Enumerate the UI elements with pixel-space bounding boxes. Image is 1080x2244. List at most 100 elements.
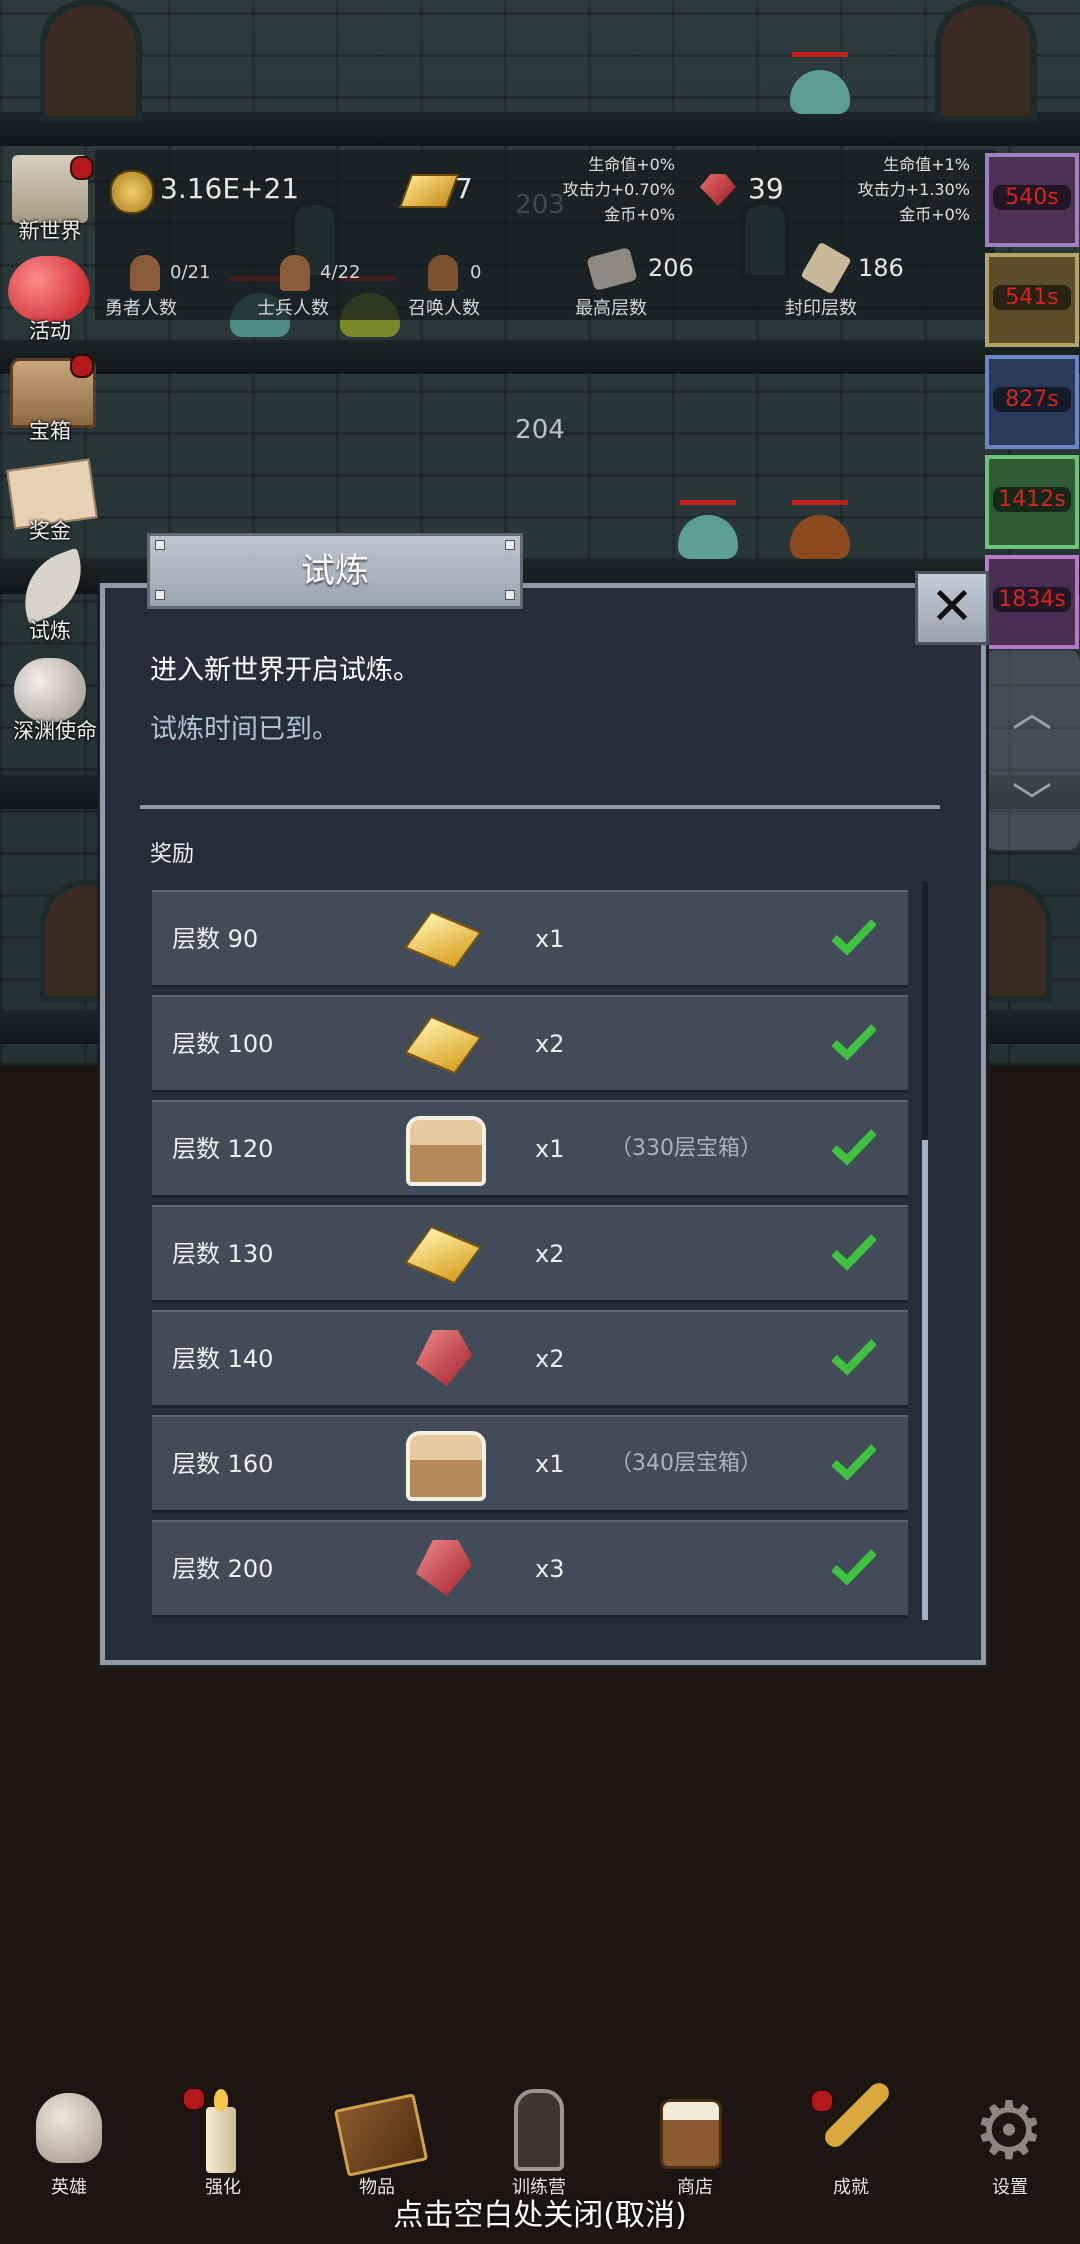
dialog-title-tab: 试炼: [147, 533, 523, 609]
buff-timer[interactable]: 541s: [985, 253, 1079, 347]
gem-amount: 39: [748, 172, 784, 205]
rivet: [505, 540, 515, 550]
dialog-status: 试炼时间已到。: [150, 714, 339, 745]
candle-icon: [206, 2107, 236, 2173]
reward-row: 层数 100 x2: [152, 995, 908, 1093]
orb-icon: [14, 658, 86, 722]
gold-bar-icon: [402, 1219, 482, 1289]
dialog-title: 试炼: [301, 551, 369, 591]
red-gem-icon: [402, 1324, 482, 1394]
side-menu-label: 新世界: [18, 219, 82, 243]
bonus-gold: 金币+0%: [899, 205, 970, 224]
summon-count-label: 召唤人数: [408, 298, 480, 319]
side-menu-bonus[interactable]: 奖金: [0, 450, 105, 545]
red-gem-icon: [402, 1534, 482, 1604]
reward-floor: 层数 160: [172, 1450, 274, 1478]
enemy-hp-bar: [792, 52, 848, 57]
reward-note: （340层宝箱）: [610, 1451, 762, 1476]
dungeon-door: [40, 0, 142, 122]
book-icon: [333, 2093, 429, 2177]
soldier-count: 4/22: [320, 262, 361, 283]
bonus-hp: 生命值+0%: [588, 155, 675, 174]
side-menu-chest[interactable]: 宝箱: [0, 350, 105, 445]
bonus-attack: 攻击力+1.30%: [857, 180, 970, 199]
reward-row: 层数 90 x1: [152, 890, 908, 988]
reward-row: 层数 120 x1 （330层宝箱）: [152, 1100, 908, 1198]
checkmark-icon: [831, 1548, 877, 1586]
reward-quantity: x1: [535, 925, 565, 953]
nav-enhance[interactable]: 强化: [168, 2085, 278, 2205]
reward-quantity: x2: [535, 1345, 565, 1373]
gold-amount: 3.16E+21: [160, 172, 300, 205]
close-button[interactable]: ✕: [915, 571, 989, 645]
reward-note: （330层宝箱）: [610, 1136, 762, 1161]
dialog-message: 进入新世界开启试炼。: [150, 655, 420, 686]
reward-quantity: x2: [535, 1030, 565, 1058]
notification-badge: [810, 2089, 834, 2113]
rewards-scroll-thumb[interactable]: [922, 1140, 928, 1620]
nav-shop[interactable]: 商店: [640, 2085, 750, 2205]
gear-icon: ⚙: [973, 2084, 1045, 2177]
nav-heroes[interactable]: 英雄: [14, 2085, 124, 2205]
notification-badge: [182, 2087, 206, 2111]
timer-text: 1412s: [993, 487, 1071, 512]
rivet: [155, 590, 165, 600]
bonus-attack: 攻击力+0.70%: [562, 180, 675, 199]
soldier-icon: [280, 255, 310, 291]
treasure-chest-icon: [402, 1114, 486, 1186]
reward-quantity: x1: [535, 1450, 565, 1478]
checkmark-icon: [831, 918, 877, 956]
reward-row: 层数 200 x3: [152, 1520, 908, 1618]
hero-count: 0/21: [170, 262, 211, 283]
nav-items[interactable]: 物品: [322, 2085, 432, 2205]
buff-timer[interactable]: 827s: [985, 355, 1079, 449]
feather-icon: [10, 547, 96, 625]
reward-floor: 层数 90: [172, 925, 259, 953]
gold-bar-icon: [402, 904, 482, 974]
sealed-floor: 186: [858, 254, 904, 282]
close-hint[interactable]: 点击空白处关闭(取消): [0, 2190, 1080, 2234]
reward-quantity: x2: [535, 1240, 565, 1268]
side-menu-event[interactable]: 活动: [0, 250, 105, 345]
scroll-down-arrow-icon[interactable]: ﹀: [1010, 770, 1054, 826]
hero-count-label: 勇者人数: [105, 298, 177, 319]
rivet: [155, 540, 165, 550]
enemy-hp-bar: [792, 500, 848, 505]
scroll-up-arrow-icon[interactable]: ︿: [1010, 680, 1054, 736]
timer-text: 541s: [993, 285, 1071, 310]
buff-timer[interactable]: 1412s: [985, 455, 1079, 549]
buff-timer[interactable]: 540s: [985, 153, 1079, 247]
dialog-divider: [140, 805, 940, 809]
floor-number: 204: [515, 415, 565, 445]
reward-row: 层数 160 x1 （340层宝箱）: [152, 1415, 908, 1513]
lantern-icon: [514, 2089, 564, 2171]
bonus-gold: 金币+0%: [604, 205, 675, 224]
side-menu-trial[interactable]: 试炼: [0, 547, 105, 645]
reward-floor: 层数 200: [172, 1555, 274, 1583]
enemy-hp-bar: [680, 500, 736, 505]
reward-floor: 层数 120: [172, 1135, 274, 1163]
bonus-right: 生命值+1% 攻击力+1.30% 金币+0%: [840, 152, 970, 227]
nav-training-camp[interactable]: 训练营: [484, 2085, 594, 2205]
side-menu-new-world[interactable]: 新世界: [0, 150, 105, 245]
reward-row: 层数 140 x2: [152, 1310, 908, 1408]
gold-bar-icon: [402, 1009, 482, 1079]
reward-row: 层数 130 x2: [152, 1205, 908, 1303]
rewards-header: 奖励: [150, 842, 195, 867]
nav-achievements[interactable]: 成就: [796, 2078, 906, 2205]
summon-icon: [428, 255, 458, 291]
side-menu-label: 深渊使命: [13, 719, 97, 743]
flame-icon: [214, 2089, 228, 2111]
side-menu-abyss-mission[interactable]: 深渊使命: [0, 650, 110, 745]
buff-timer[interactable]: 1834s: [985, 555, 1079, 649]
max-floor: 206: [648, 254, 694, 282]
side-menu-label: 奖金: [29, 519, 71, 543]
side-menu-label: 试炼: [29, 619, 71, 643]
gold-coin-icon: [110, 170, 154, 214]
notification-badge: [70, 354, 94, 378]
timer-text: 1834s: [993, 587, 1071, 612]
nav-settings[interactable]: ⚙ 设置: [955, 2085, 1065, 2205]
checkmark-icon: [831, 1338, 877, 1376]
gold-bar-amount: 7: [455, 172, 473, 205]
reward-floor: 层数 100: [172, 1030, 274, 1058]
